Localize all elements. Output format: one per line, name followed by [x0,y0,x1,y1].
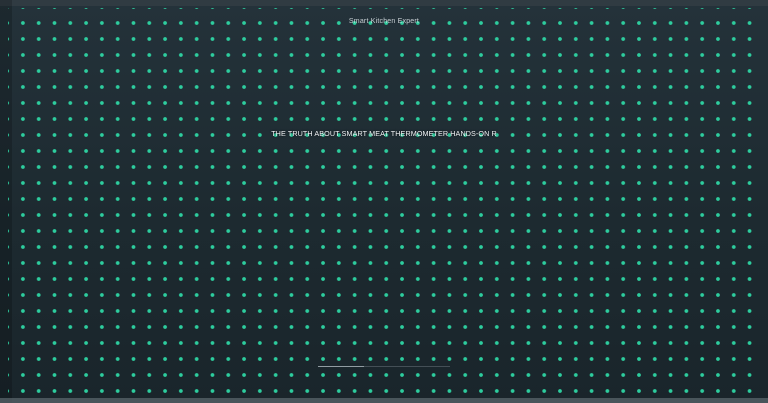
progress-fill [318,366,365,367]
channel-name: Smart Kitchen Expert [348,18,420,25]
top-bar [0,0,768,6]
dot-pattern-background [8,8,760,396]
bottom-bar [0,398,768,403]
video-title: THE TRUTH ABOUT SMART MEAT THERMOMETER H… [271,129,497,138]
video-frame[interactable]: Smart Kitchen Expert THE TRUTH ABOUT SMA… [0,0,768,403]
progress-bar[interactable] [318,366,450,367]
